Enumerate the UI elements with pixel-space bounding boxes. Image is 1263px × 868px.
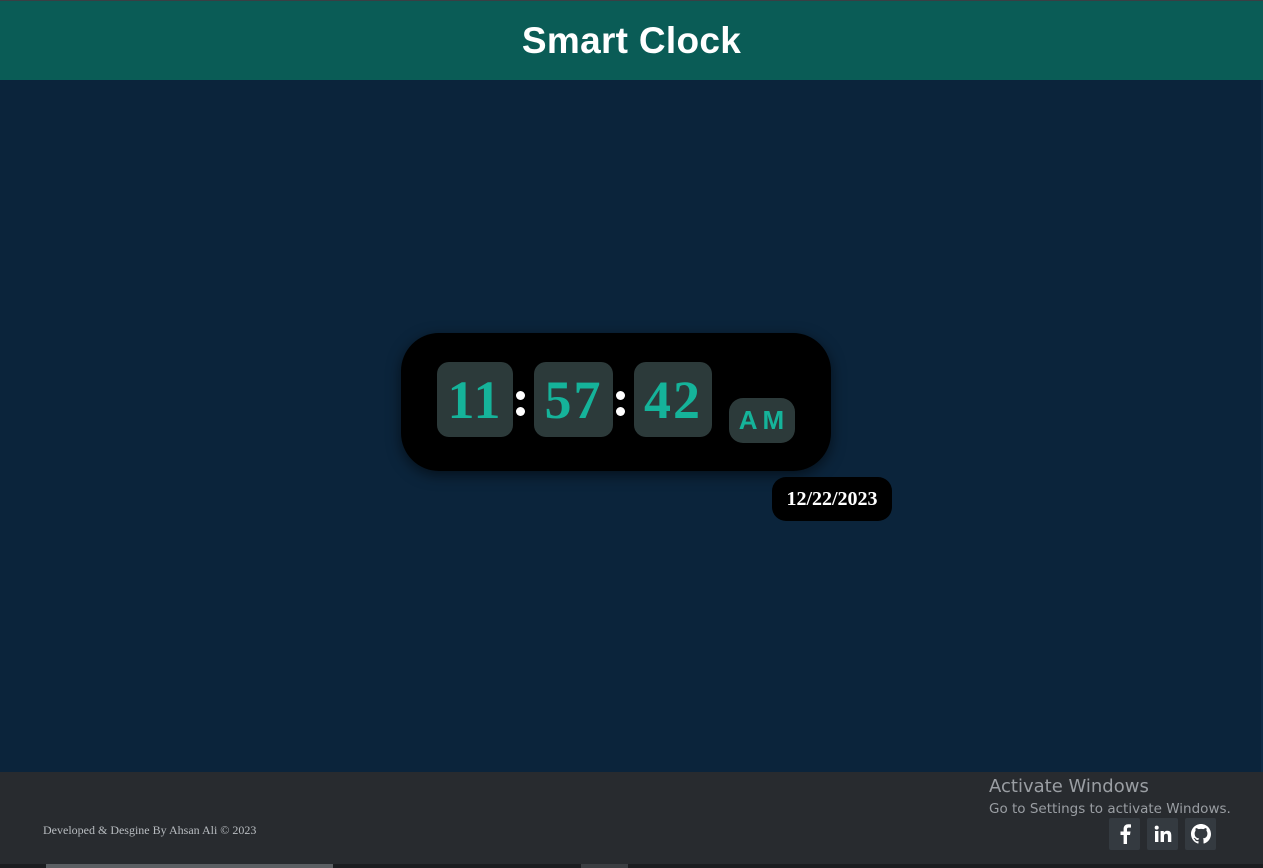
seconds-display: 42 — [634, 362, 712, 437]
watermark-title: Activate Windows — [989, 776, 1149, 797]
taskbar-strip — [0, 864, 1263, 868]
facebook-icon — [1119, 824, 1131, 844]
digital-clock: 11 57 42 AM — [401, 333, 831, 471]
minutes-display: 57 — [534, 362, 613, 437]
footer-credit: Developed & Desgine By Ahsan Ali © 2023 — [43, 823, 257, 837]
activate-windows-watermark: Activate Windows Go to Settings to activ… — [989, 776, 1231, 819]
date-badge: 12/22/2023 — [772, 477, 892, 521]
hours-display: 11 — [437, 362, 513, 437]
app-header: Smart Clock — [0, 1, 1263, 80]
linkedin-link[interactable] — [1147, 818, 1178, 850]
linkedin-icon — [1154, 825, 1172, 843]
facebook-link[interactable] — [1109, 818, 1140, 850]
page-title: Smart Clock — [521, 19, 742, 61]
am-pm-badge: AM — [729, 398, 795, 443]
github-icon — [1190, 824, 1211, 844]
colon-separator — [514, 385, 526, 425]
github-link[interactable] — [1185, 818, 1216, 850]
colon-separator — [614, 385, 626, 425]
watermark-subtitle: Go to Settings to activate Windows. — [989, 801, 1231, 817]
